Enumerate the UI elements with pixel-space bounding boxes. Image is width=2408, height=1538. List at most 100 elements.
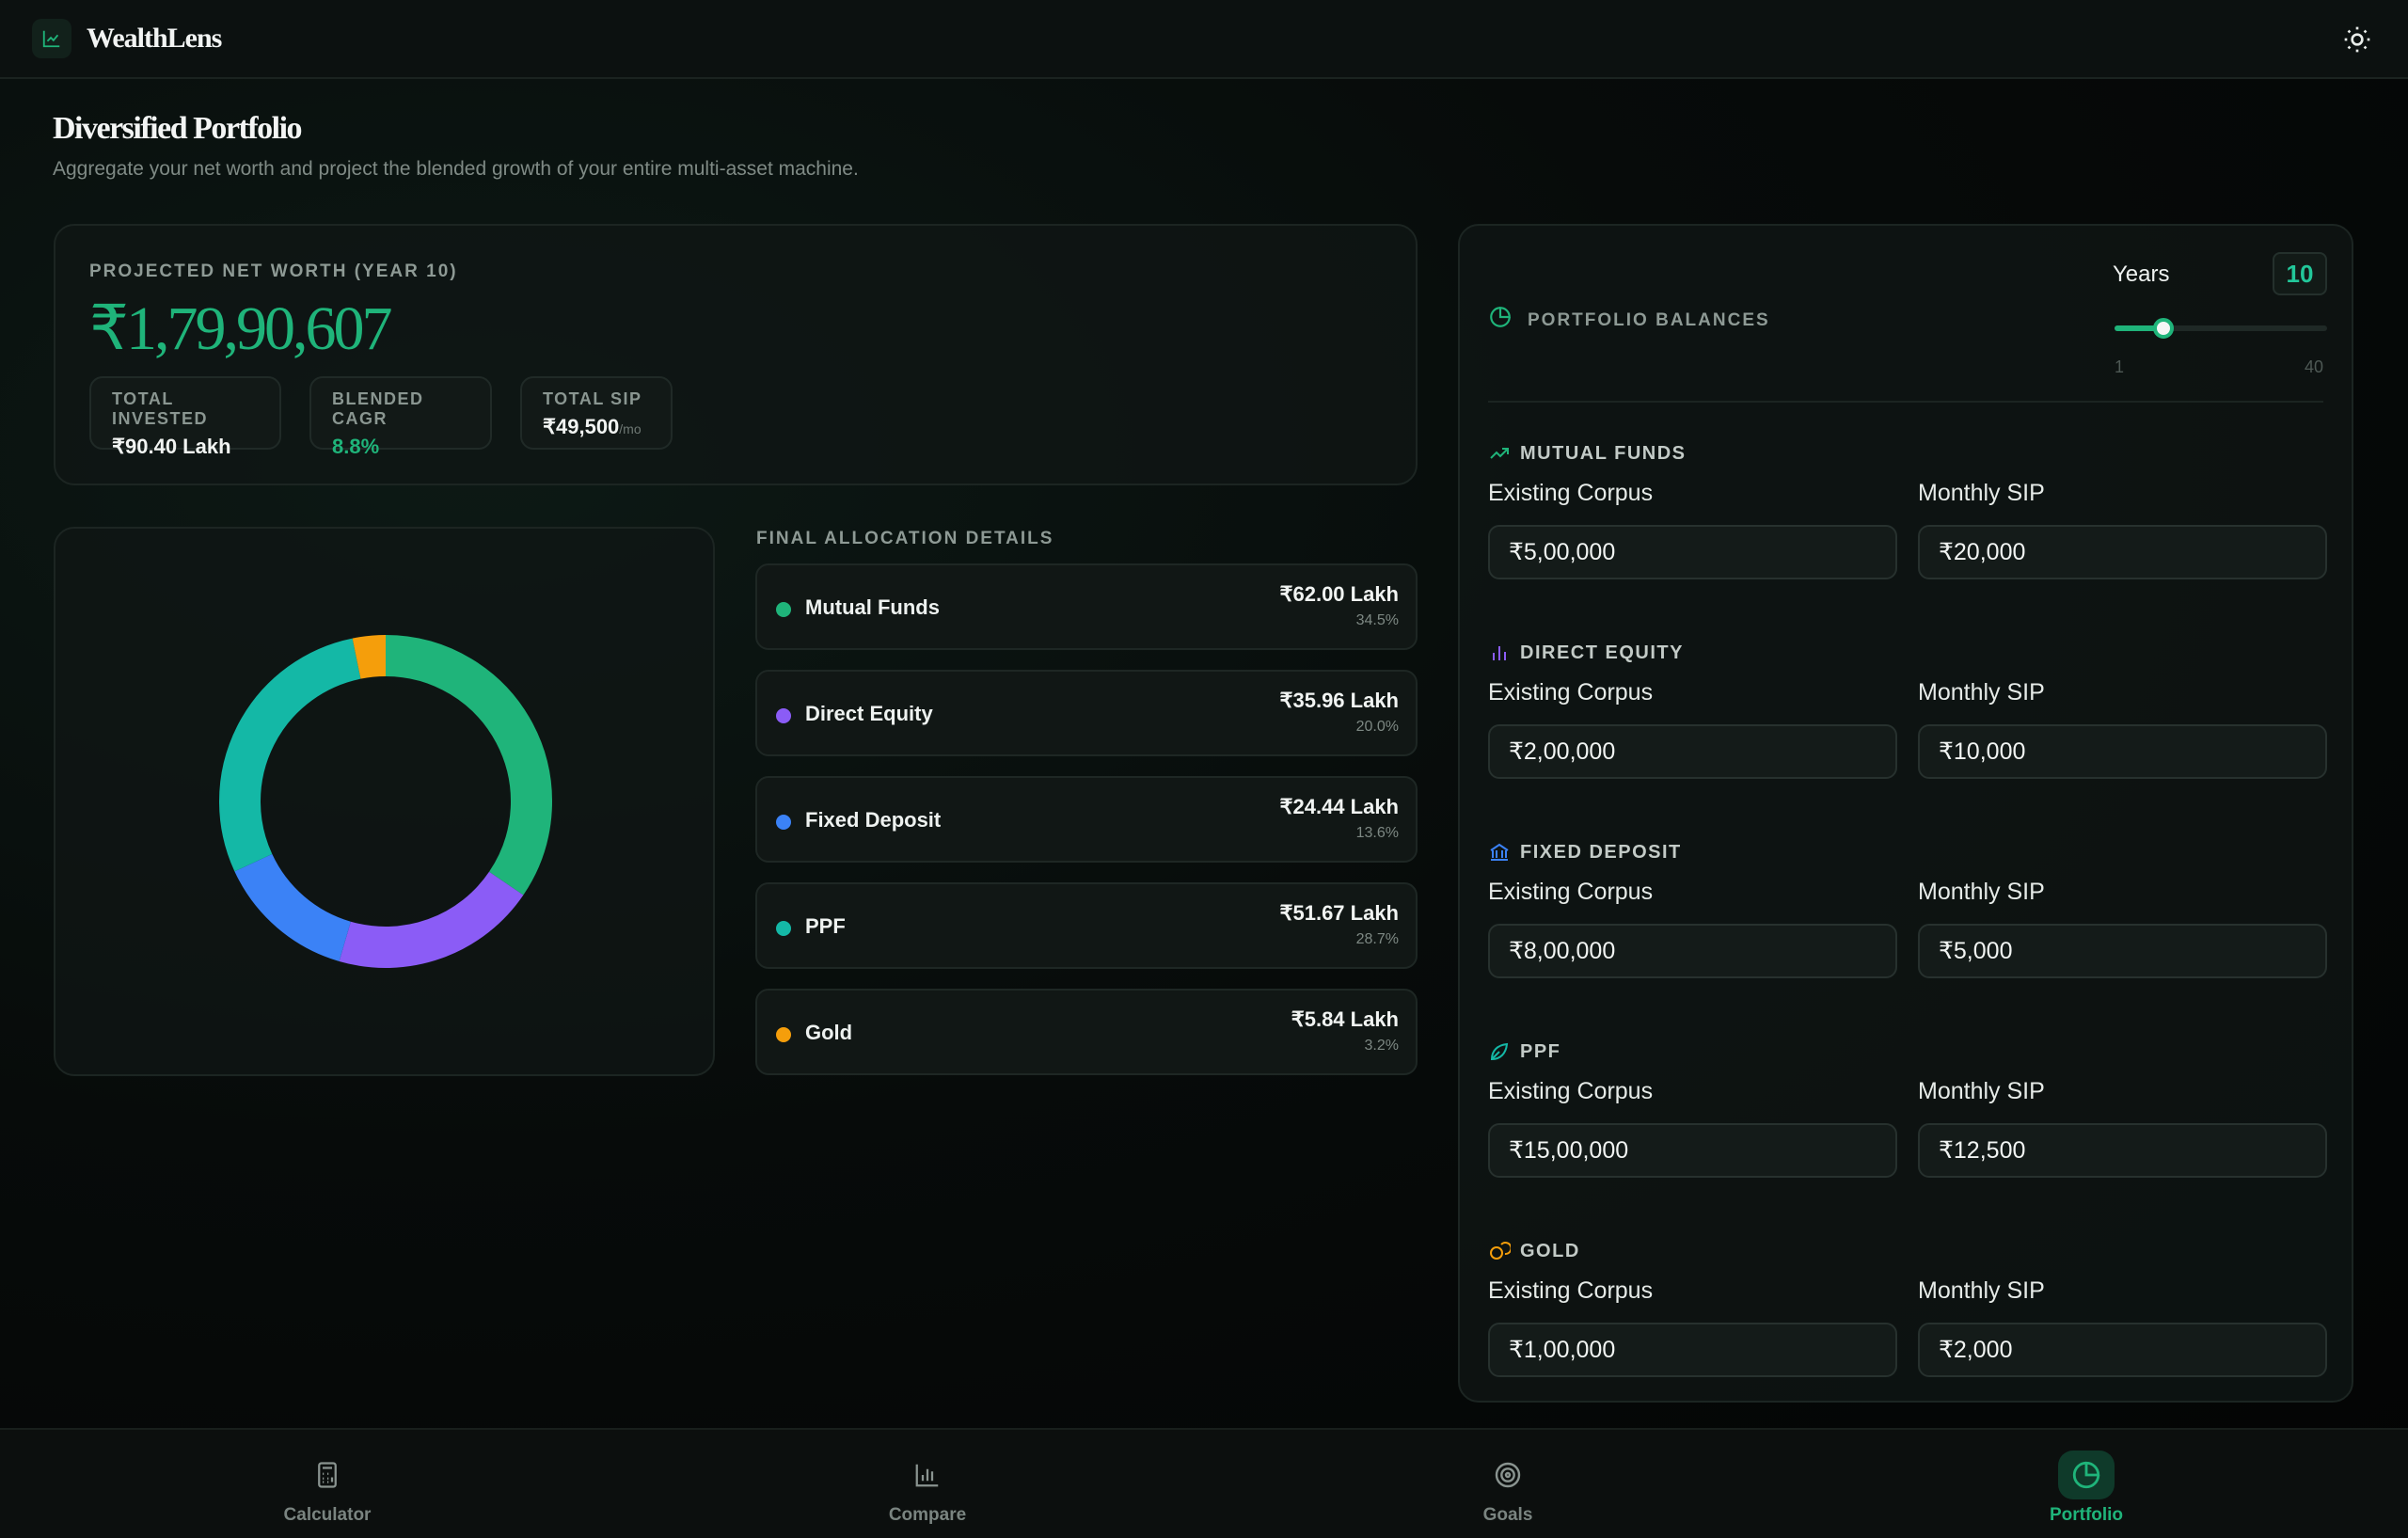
allocation-percent: 3.2% (1364, 1038, 1399, 1054)
asset-group-direct-equity: DIRECT EQUITY Existing Corpus Monthly SIP ₹… (1488, 640, 2327, 779)
monthly-sip-input[interactable]: ₹5,000 (1918, 924, 2327, 978)
years-slider[interactable] (2115, 318, 2327, 339)
allocation-name: Mutual Funds (805, 595, 940, 619)
trending-up-icon (1490, 448, 1509, 459)
existing-corpus-label: Existing Corpus (1488, 1078, 1654, 1104)
allocation-title: FINAL ALLOCATION DETAILS (756, 529, 1054, 548)
allocation-item: PPF ₹51.67 Lakh 28.7% (755, 882, 1418, 969)
legend-dot (776, 708, 791, 723)
stat-suffix: /mo (619, 421, 642, 436)
asset-title: MUTUAL FUNDS (1520, 442, 1687, 464)
nav-label: Goals (1482, 1505, 1533, 1525)
sun-icon (2344, 26, 2370, 53)
existing-corpus-input[interactable]: ₹5,00,000 (1488, 525, 1897, 579)
existing-corpus-label: Existing Corpus (1488, 879, 1654, 905)
existing-corpus-input[interactable]: ₹1,00,000 (1488, 1323, 1897, 1377)
allocation-amount: ₹62.00 Lakh (1279, 582, 1399, 606)
pie-chart-icon (1488, 305, 1513, 334)
allocation-item: Gold ₹5.84 Lakh 3.2% (755, 989, 1418, 1075)
years-input[interactable]: 10 (2273, 252, 2327, 295)
nav-compare[interactable]: Compare (852, 1451, 1003, 1526)
stat-value: ₹49,500 (543, 415, 620, 438)
allocation-amount: ₹35.96 Lakh (1279, 689, 1399, 712)
allocation-percent: 20.0% (1355, 719, 1399, 735)
nav-label: Compare (888, 1505, 967, 1525)
stat-total-sip: TOTAL SIP ₹49,500/mo (520, 376, 673, 450)
allocation-amount: ₹51.67 Lakh (1279, 901, 1399, 925)
slider-max-label: 40 (2304, 357, 2323, 376)
monthly-sip-label: Monthly SIP (1918, 679, 2045, 706)
allocation-amount: ₹24.44 Lakh (1279, 795, 1399, 818)
allocation-donut-chart (219, 635, 552, 968)
nav-label: Calculator (283, 1505, 372, 1525)
asset-group-fixed-deposit: FIXED DEPOSIT Existing Corpus Monthly SIP ₹… (1488, 839, 2327, 978)
years-label: Years (2113, 262, 2170, 287)
monthly-sip-label: Monthly SIP (1918, 1078, 2045, 1104)
allocation-percent: 28.7% (1355, 931, 1399, 947)
allocation-item: Mutual Funds ₹62.00 Lakh 34.5% (755, 563, 1418, 650)
nav-portfolio[interactable]: Portfolio (2011, 1451, 2162, 1526)
nav-label: Portfolio (2049, 1505, 2124, 1525)
donut-slice-gold[interactable] (352, 635, 387, 679)
legend-dot (776, 1027, 791, 1042)
donut-slice-mutual-funds[interactable] (385, 635, 552, 896)
allocation-item: Direct Equity ₹35.96 Lakh 20.0% (755, 670, 1418, 756)
existing-corpus-input[interactable]: ₹8,00,000 (1488, 924, 1897, 978)
donut-slice-ppf[interactable] (219, 638, 361, 872)
asset-group-mutual-funds: MUTUAL FUNDS Existing Corpus Monthly SIP ₹5… (1488, 440, 2327, 579)
page-subtitle: Aggregate your net worth and project the… (53, 158, 859, 180)
stat-blended-cagr: BLENDED CAGR 8.8% (309, 376, 492, 458)
net-worth-summary-card: PROJECTED NET WORTH (YEAR 10) ₹1,79,90,6… (54, 224, 1418, 485)
asset-title: PPF (1520, 1040, 1561, 1062)
asset-group-gold: GOLD Existing Corpus Monthly SIP ₹1,00,000 ₹… (1488, 1238, 2327, 1377)
portfolio-balances-card: PORTFOLIO BALANCES Years 10 1 40 MUTUAL … (1458, 224, 2353, 1403)
asset-title: GOLD (1520, 1240, 1580, 1261)
line-chart-icon (42, 30, 60, 48)
allocation-percent: 13.6% (1355, 825, 1399, 841)
monthly-sip-input[interactable]: ₹2,000 (1918, 1323, 2327, 1377)
logo (32, 19, 71, 58)
monthly-sip-label: Monthly SIP (1918, 1277, 2045, 1304)
stat-label: TOTAL INVESTED (112, 389, 209, 428)
monthly-sip-input[interactable]: ₹10,000 (1918, 724, 2327, 779)
divider (1488, 401, 2323, 403)
top-bar: WealthLens (0, 0, 2408, 79)
legend-dot (776, 921, 791, 936)
existing-corpus-label: Existing Corpus (1488, 1277, 1654, 1304)
bottom-navigation: Calculator Compare Goals Portfolio (0, 1428, 2408, 1538)
nav-calculator[interactable]: Calculator (252, 1451, 403, 1526)
allocation-name: Direct Equity (805, 702, 933, 725)
monthly-sip-input[interactable]: ₹20,000 (1918, 525, 2327, 579)
theme-toggle-button[interactable] (2338, 21, 2376, 58)
monthly-sip-input[interactable]: ₹12,500 (1918, 1123, 2327, 1178)
allocation-name: Fixed Deposit (805, 808, 942, 832)
monthly-sip-label: Monthly SIP (1918, 480, 2045, 506)
monthly-sip-label: Monthly SIP (1918, 879, 2045, 905)
bank-icon (1490, 843, 1509, 861)
nav-goals[interactable]: Goals (1433, 1451, 1583, 1526)
donut-slice-fixed-deposit[interactable] (234, 853, 352, 961)
existing-corpus-label: Existing Corpus (1488, 480, 1654, 506)
allocation-name: Gold (805, 1021, 853, 1044)
calculator-icon (318, 1462, 337, 1488)
asset-group-ppf: PPF Existing Corpus Monthly SIP ₹15,00,000 ₹… (1488, 1039, 2327, 1178)
stat-value: ₹90.40 Lakh (112, 435, 231, 458)
slider-min-label: 1 (2115, 357, 2125, 376)
existing-corpus-input[interactable]: ₹2,00,000 (1488, 724, 1897, 779)
allocation-amount: ₹5.84 Lakh (1291, 1007, 1399, 1031)
years-slider-handle[interactable] (2153, 318, 2175, 339)
asset-title: FIXED DEPOSIT (1520, 841, 1682, 863)
portfolio-balances-title: PORTFOLIO BALANCES (1528, 310, 1770, 330)
allocation-percent: 34.5% (1355, 612, 1399, 628)
bar-chart-icon (1493, 646, 1506, 660)
donut-slice-direct-equity[interactable] (339, 871, 524, 968)
net-worth-value: ₹1,79,90,607 (89, 294, 392, 363)
app-name: WealthLens (87, 23, 222, 54)
legend-dot (776, 602, 791, 617)
net-worth-label: PROJECTED NET WORTH (YEAR 10) (89, 262, 458, 281)
legend-dot (776, 815, 791, 830)
existing-corpus-label: Existing Corpus (1488, 679, 1654, 706)
coins-icon (1490, 1242, 1511, 1260)
existing-corpus-input[interactable]: ₹15,00,000 (1488, 1123, 1897, 1178)
stat-label: BLENDED CAGR (332, 389, 424, 428)
